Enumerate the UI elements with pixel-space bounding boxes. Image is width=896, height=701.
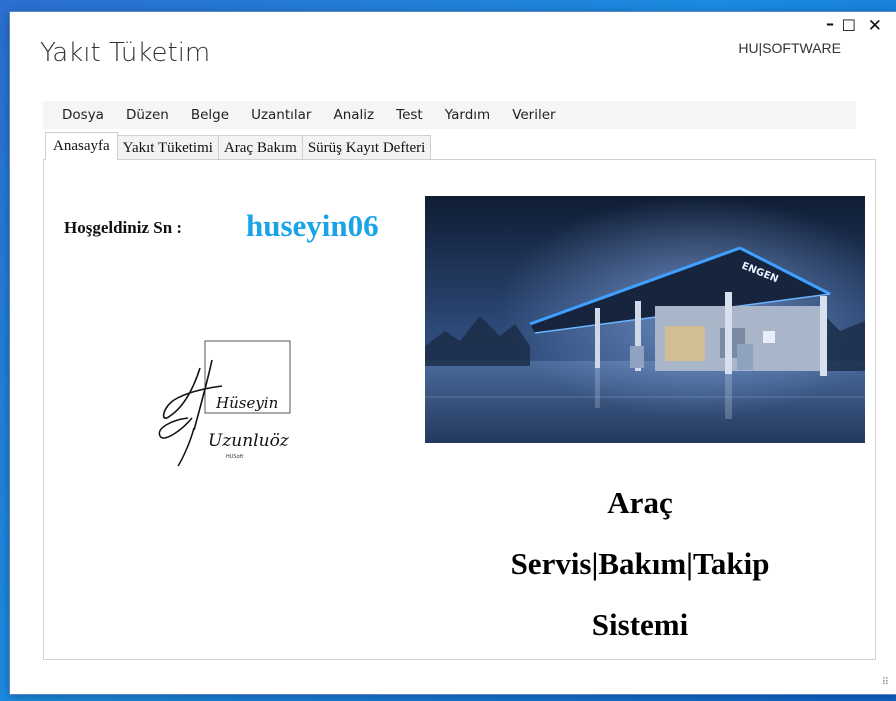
gas-station-photo: ENGEN: [425, 196, 865, 443]
tab-arac-bakim[interactable]: Araç Bakım: [217, 135, 303, 160]
menu-analiz[interactable]: Analiz: [322, 107, 385, 123]
menu-bar: Dosya Düzen Belge Uzantılar Analiz Test …: [43, 101, 856, 129]
signature-line1: Hüseyin: [215, 394, 278, 412]
tab-surus-kayit-defteri[interactable]: Sürüş Kayıt Defteri: [301, 135, 432, 160]
window-title: Yakıt Tüketim: [40, 38, 211, 68]
username-label: huseyin06: [246, 208, 379, 243]
home-panel: Hoşgeldiniz Sn : huseyin06 Hüseyin Uzunl…: [43, 159, 876, 660]
menu-yardim[interactable]: Yardım: [434, 107, 501, 123]
tab-strip: Anasayfa Yakıt Tüketimi Araç Bakım Sürüş…: [45, 132, 432, 160]
menu-veriler[interactable]: Veriler: [501, 107, 566, 123]
signature-logo: Hüseyin Uzunluöz HUSoft: [152, 338, 302, 478]
minimize-button[interactable]: –: [826, 14, 834, 33]
system-headline: Araç Servis|Bakım|Takip Sistemi: [425, 472, 855, 655]
tab-yakit-tuketimi[interactable]: Yakıt Tüketimi: [116, 135, 219, 160]
brand-label: HU|SOFTWARE: [738, 40, 841, 56]
app-window: Yakıt Tüketim HU|SOFTWARE – ☐ ✕ Dosya Dü…: [10, 12, 896, 694]
resize-grip-icon[interactable]: ⠿: [882, 677, 889, 688]
headline-line3: Sistemi: [591, 607, 689, 642]
menu-belge[interactable]: Belge: [180, 107, 240, 123]
menu-duzen[interactable]: Düzen: [115, 107, 180, 123]
headline-line1: Araç: [607, 485, 673, 520]
signature-small: HUSoft: [226, 454, 243, 460]
close-button[interactable]: ✕: [868, 16, 882, 36]
menu-test[interactable]: Test: [385, 107, 434, 123]
tab-anasayfa[interactable]: Anasayfa: [45, 132, 118, 160]
headline-line2: Servis|Bakım|Takip: [510, 546, 770, 581]
signature-line2: Uzunluöz: [208, 431, 290, 451]
menu-dosya[interactable]: Dosya: [43, 107, 115, 123]
signature-image: Hüseyin Uzunluöz HUSoft: [158, 340, 291, 467]
menu-uzantilar[interactable]: Uzantılar: [240, 107, 322, 123]
maximize-button[interactable]: ☐: [842, 16, 856, 35]
welcome-label: Hoşgeldiniz Sn :: [64, 218, 183, 237]
